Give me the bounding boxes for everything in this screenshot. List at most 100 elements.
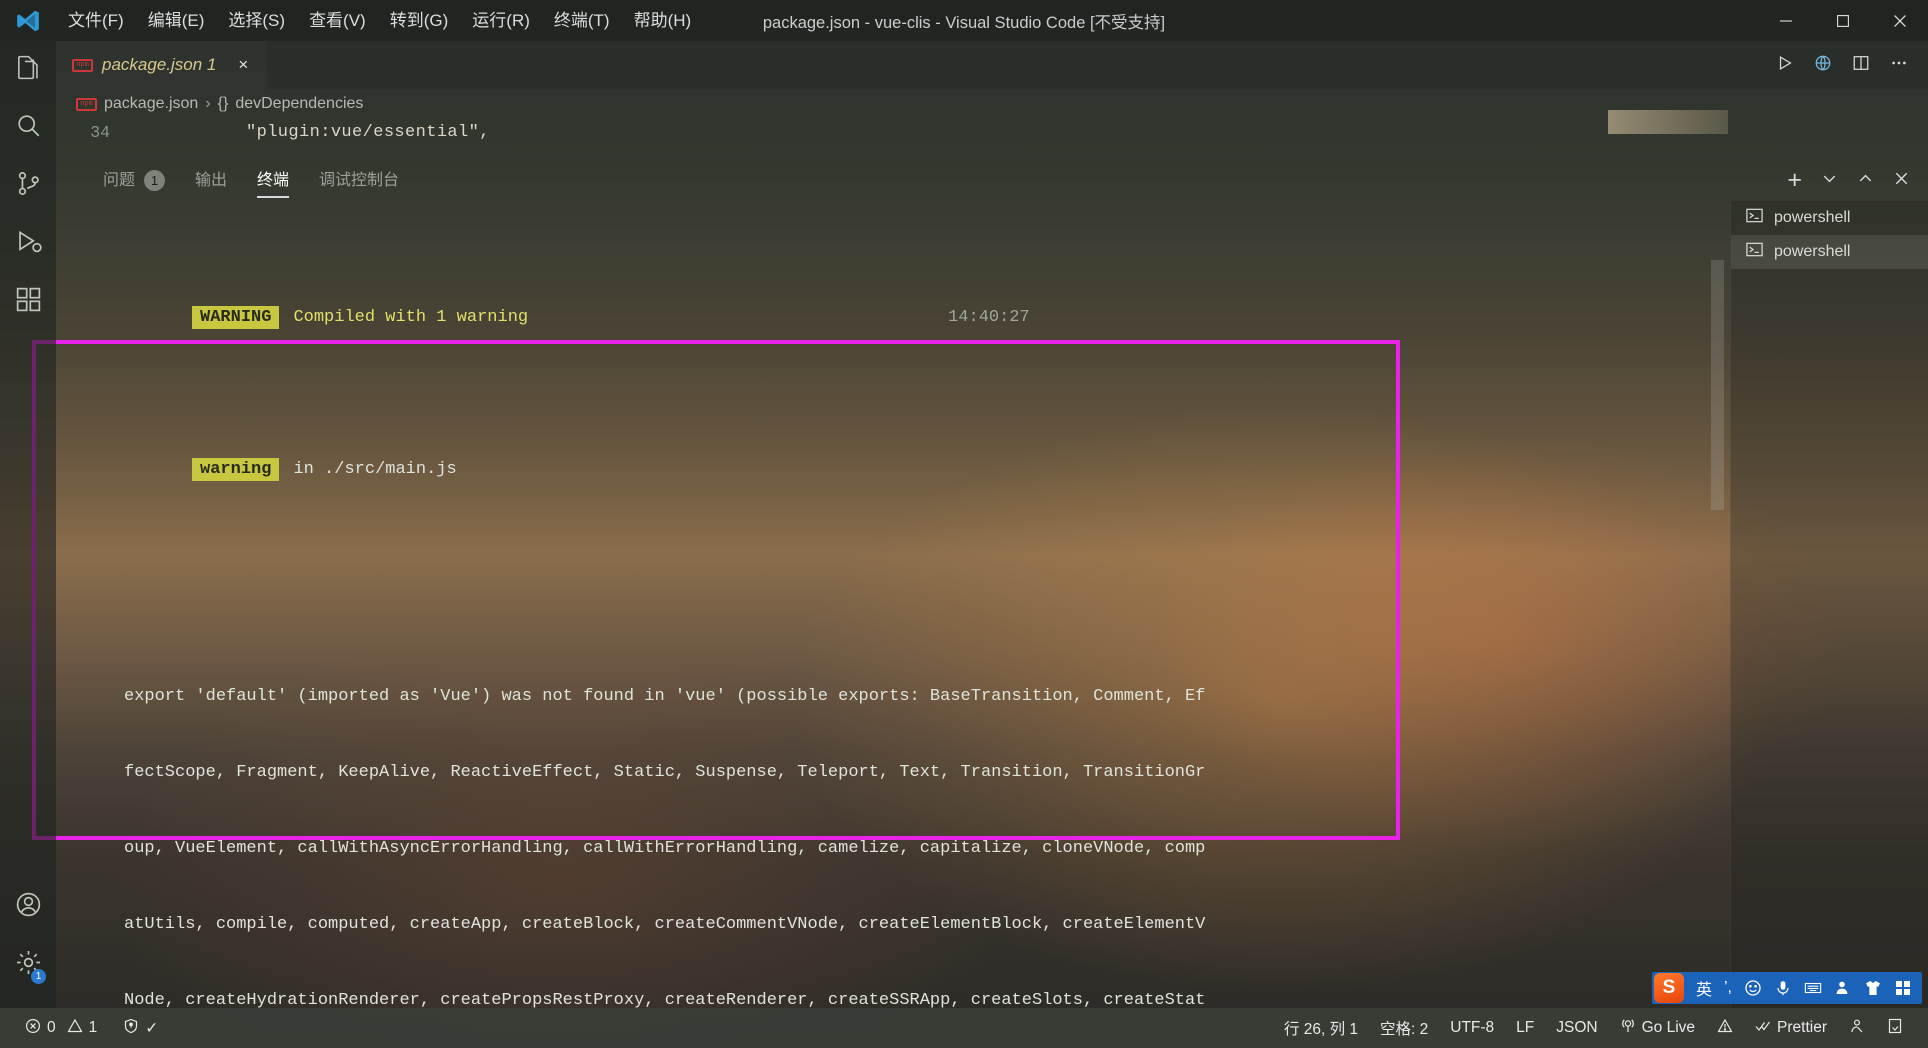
menu-item-run[interactable]: 运行(R) bbox=[460, 0, 542, 41]
tab-debug-console[interactable]: 调试控制台 bbox=[304, 160, 414, 201]
maximize-button[interactable] bbox=[1814, 0, 1871, 41]
terminal-list-label: powershell bbox=[1774, 209, 1851, 226]
vscode-window: 文件(F) 编辑(E) 选择(S) 查看(V) 转到(G) 运行(R) 终端(T… bbox=[0, 0, 1928, 1048]
warning-triangle-icon bbox=[1717, 1018, 1733, 1039]
chevron-down-icon[interactable] bbox=[1821, 170, 1838, 192]
status-prettier[interactable]: Prettier bbox=[1744, 1008, 1838, 1048]
tab-output[interactable]: 输出 bbox=[180, 160, 242, 201]
activity-extensions[interactable] bbox=[0, 273, 56, 331]
preview-icon[interactable] bbox=[1814, 54, 1832, 77]
status-bar: 0 1 ✓ 行 26, 列 1 空格: 2 UTF-8 LF JSON Go L… bbox=[0, 1008, 1928, 1048]
run-icon[interactable] bbox=[1776, 54, 1794, 77]
menu-item-go[interactable]: 转到(G) bbox=[378, 0, 461, 41]
maximize-panel-icon[interactable] bbox=[1857, 170, 1874, 192]
ime-mode-label[interactable]: 英 bbox=[1696, 976, 1712, 1000]
status-feedback[interactable] bbox=[1838, 1008, 1876, 1048]
ports-check: ✓ bbox=[145, 1019, 159, 1037]
breadcrumb-symbol-prefix: {} bbox=[217, 95, 229, 112]
go-live-label: Go Live bbox=[1641, 1019, 1696, 1036]
tab-package-json[interactable]: npm package.json 1 × bbox=[56, 41, 268, 89]
status-ports[interactable]: ✓ bbox=[112, 1008, 169, 1048]
status-language-mode[interactable]: JSON bbox=[1545, 1008, 1608, 1048]
editor-area: npm package.json 1 × npm package.json › … bbox=[56, 41, 1928, 161]
terminal-icon bbox=[1745, 206, 1764, 230]
activity-accounts[interactable] bbox=[0, 878, 56, 936]
warning-label-badge: warning bbox=[192, 457, 280, 481]
editor-tab-bar: npm package.json 1 × bbox=[56, 41, 1928, 89]
more-actions-icon[interactable] bbox=[1890, 54, 1908, 77]
source-control-icon bbox=[14, 169, 43, 203]
skin-icon[interactable] bbox=[1864, 979, 1882, 997]
terminal-list-item[interactable]: powershell bbox=[1731, 201, 1928, 235]
menu-bar[interactable]: 文件(F) 编辑(E) 选择(S) 查看(V) 转到(G) 运行(R) 终端(T… bbox=[56, 0, 703, 41]
tab-close-button[interactable]: × bbox=[233, 55, 253, 75]
panel-header: 问题 1 输出 终端 调试控制台 + bbox=[56, 160, 1928, 201]
tab-problems[interactable]: 问题 1 bbox=[88, 160, 180, 201]
warning-file: in ./src/main.js bbox=[293, 459, 457, 479]
status-eol[interactable]: LF bbox=[1505, 1008, 1545, 1048]
status-notifications[interactable] bbox=[1876, 1008, 1914, 1048]
menu-item-help[interactable]: 帮助(H) bbox=[622, 0, 704, 41]
sogou-logo-icon[interactable]: S bbox=[1653, 973, 1684, 1003]
voice-icon[interactable] bbox=[1774, 979, 1792, 997]
terminal-list-label: powershell bbox=[1774, 243, 1851, 260]
terminal-row: Node, createHydrationRenderer, createPro… bbox=[124, 990, 1206, 1008]
status-cursor-position[interactable]: 行 26, 列 1 bbox=[1273, 1008, 1369, 1048]
bottom-panel: 问题 1 输出 终端 调试控制台 + WARNING Compiled with… bbox=[56, 160, 1928, 1008]
breadcrumb-file[interactable]: package.json bbox=[104, 95, 198, 113]
tab-terminal-label: 终端 bbox=[257, 172, 290, 189]
terminal-row: fectScope, Fragment, KeepAlive, Reactive… bbox=[124, 763, 1206, 783]
run-debug-icon bbox=[14, 227, 43, 261]
menu-item-edit[interactable]: 编辑(E) bbox=[136, 0, 217, 41]
files-icon bbox=[14, 53, 43, 87]
terminal-icon bbox=[1745, 240, 1764, 264]
close-panel-icon[interactable] bbox=[1893, 170, 1910, 192]
terminal-scrollbar[interactable] bbox=[1711, 260, 1724, 510]
status-bar-left: 0 1 ✓ bbox=[0, 1008, 169, 1048]
error-icon bbox=[25, 1018, 41, 1039]
ime-toolbar[interactable]: S 英 ’, bbox=[1651, 972, 1922, 1004]
minimize-button[interactable] bbox=[1757, 0, 1814, 41]
activity-search[interactable] bbox=[0, 99, 56, 157]
split-editor-icon[interactable] bbox=[1852, 54, 1870, 77]
menu-item-file[interactable]: 文件(F) bbox=[56, 0, 136, 41]
terminal-exports-block: export 'default' (imported as 'Vue') was… bbox=[90, 634, 1730, 1008]
vscode-logo-icon bbox=[0, 0, 56, 41]
close-button[interactable] bbox=[1871, 0, 1928, 41]
punctuation-icon[interactable]: ’, bbox=[1724, 979, 1732, 997]
warning-count: 1 bbox=[88, 1019, 98, 1036]
status-problems[interactable]: 0 1 bbox=[14, 1008, 108, 1048]
menu-item-view[interactable]: 查看(V) bbox=[297, 0, 378, 41]
menu-item-selection[interactable]: 选择(S) bbox=[216, 0, 297, 41]
editor-actions bbox=[1776, 41, 1928, 89]
warning-badge: WARNING bbox=[192, 305, 280, 329]
activity-explorer[interactable] bbox=[0, 41, 56, 99]
activity-source-control[interactable] bbox=[0, 157, 56, 215]
status-indentation[interactable]: 空格: 2 bbox=[1369, 1008, 1439, 1048]
user-icon[interactable] bbox=[1834, 979, 1852, 997]
apps-icon[interactable] bbox=[1894, 979, 1912, 997]
new-terminal-icon[interactable]: + bbox=[1787, 168, 1802, 193]
menu-item-terminal[interactable]: 终端(T) bbox=[542, 0, 622, 41]
status-go-live[interactable]: Go Live bbox=[1609, 1008, 1706, 1048]
terminal-row: warning in ./src/main.js bbox=[90, 431, 1730, 481]
activity-settings[interactable]: 1 bbox=[0, 936, 56, 994]
activity-run-debug[interactable] bbox=[0, 215, 56, 273]
emoji-icon[interactable] bbox=[1744, 979, 1762, 997]
tab-terminal[interactable]: 终端 bbox=[242, 160, 304, 201]
terminal-row: WARNING Compiled with 1 warning 14:40:27 bbox=[90, 280, 1730, 329]
status-alert[interactable] bbox=[1706, 1008, 1744, 1048]
panel-tabs: 问题 1 输出 终端 调试控制台 bbox=[56, 160, 414, 201]
terminal-viewport[interactable]: WARNING Compiled with 1 warning 14:40:27 w… bbox=[56, 201, 1730, 1008]
activity-bar: 1 bbox=[0, 41, 56, 1008]
terminal-list-item[interactable]: powershell bbox=[1731, 235, 1928, 269]
breadcrumb-symbol[interactable]: devDependencies bbox=[235, 95, 363, 113]
editor-minimap[interactable] bbox=[1608, 110, 1728, 134]
window-controls[interactable] bbox=[1757, 0, 1928, 41]
tab-label: package.json 1 bbox=[102, 55, 217, 74]
terminal-output[interactable]: WARNING Compiled with 1 warning 14:40:27 w… bbox=[56, 201, 1730, 1008]
keyboard-icon[interactable] bbox=[1804, 979, 1822, 997]
terminal-tabs-list: powershell powershell bbox=[1730, 201, 1928, 1008]
terminal-row bbox=[90, 355, 1730, 380]
status-encoding[interactable]: UTF-8 bbox=[1439, 1008, 1505, 1048]
